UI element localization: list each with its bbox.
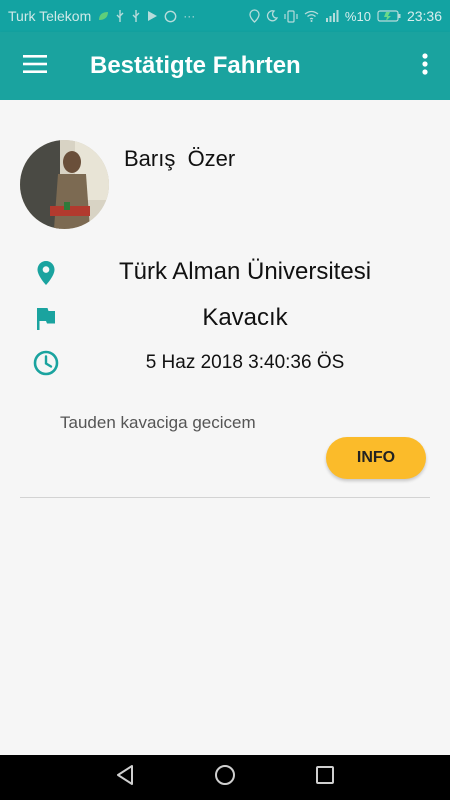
location-text: Kavacık <box>202 304 288 331</box>
vibrate-icon <box>284 9 298 23</box>
more-icon: ··· <box>183 9 196 23</box>
destination-text: Türk Alman Üniversitesi <box>118 258 372 285</box>
whatsapp-icon <box>164 10 177 23</box>
status-right: %10 23:36 <box>249 8 442 24</box>
battery-percent: %10 <box>344 8 371 24</box>
status-time: 23:36 <box>406 8 442 24</box>
navigation-bar <box>0 755 450 800</box>
hamburger-menu-icon <box>23 54 47 78</box>
recents-square-icon <box>315 765 335 790</box>
destination-row: Türk Alman Üniversitesi <box>0 256 450 290</box>
usb-icon <box>131 9 141 23</box>
usb-icon <box>115 9 125 23</box>
signal-icon <box>325 10 339 22</box>
location-row: Kavacık <box>0 302 450 336</box>
play-icon <box>147 10 158 22</box>
page-title: Bestätigte Fahrten <box>90 52 301 79</box>
home-circle-icon <box>214 764 236 791</box>
battery-icon <box>377 10 401 22</box>
avatar-photo <box>20 140 109 229</box>
avatar <box>20 140 109 229</box>
app-bar: Bestätigte Fahrten <box>0 32 450 100</box>
user-name: Barış Özer <box>124 146 236 171</box>
screen: Turk Telekom ··· %10 23:36 Bestätigte Fa… <box>0 0 450 800</box>
leaf-icon <box>97 10 109 22</box>
recents-button[interactable] <box>310 763 340 793</box>
ride-comment: Tauden kavaciga gecicem <box>60 413 256 432</box>
back-button[interactable] <box>110 763 140 793</box>
info-button[interactable]: INFO <box>326 437 426 479</box>
status-left: Turk Telekom ··· <box>8 8 195 24</box>
moon-icon <box>266 10 278 22</box>
carrier-label: Turk Telekom <box>8 8 92 24</box>
status-bar: Turk Telekom ··· %10 23:36 <box>0 0 450 32</box>
datetime-row: 5 Haz 2018 3:40:36 ÖS <box>0 346 450 380</box>
location-icon <box>249 9 260 23</box>
divider <box>20 497 430 498</box>
menu-button[interactable] <box>0 32 70 100</box>
ride-card[interactable]: Barış Özer Türk Alman Üniversitesi Kavac… <box>0 100 450 755</box>
back-triangle-icon <box>115 764 135 791</box>
home-button[interactable] <box>210 763 240 793</box>
more-vert-icon <box>422 52 428 80</box>
datetime-text: 5 Haz 2018 3:40:36 ÖS <box>145 352 345 373</box>
wifi-icon <box>304 10 319 22</box>
overflow-menu-button[interactable] <box>400 32 450 100</box>
